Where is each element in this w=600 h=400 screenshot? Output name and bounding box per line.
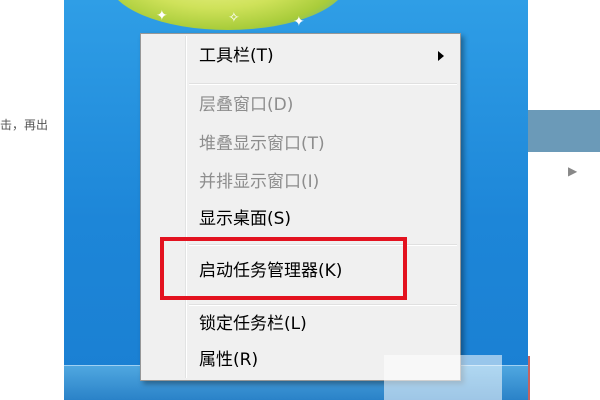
article-page-right: ▶: [528, 0, 600, 400]
menu-item-stack-windows[interactable]: 堆叠显示窗口(T): [143, 128, 458, 160]
submenu-arrow-icon: [438, 51, 444, 61]
sparkle-icon: ✧: [228, 10, 240, 26]
menu-item-label: 堆叠显示窗口(T): [199, 134, 325, 154]
menu-separator: [189, 83, 457, 85]
menu-item-label: 层叠窗口(D): [199, 95, 294, 115]
menu-separator: [189, 244, 457, 246]
menu-separator: [189, 304, 457, 306]
menu-item-label: 并排显示窗口(I): [199, 172, 320, 192]
menu-item-start-task-manager[interactable]: 启动任务管理器(K): [143, 255, 458, 287]
menu-item-label: 锁定任务栏(L): [199, 314, 307, 334]
watermark-overlay: [384, 355, 502, 400]
menu-item-side-by-side-windows[interactable]: 并排显示窗口(I): [143, 166, 458, 198]
taskbar-context-menu: 工具栏(T) 层叠窗口(D) 堆叠显示窗口(T) 并排显示窗口(I) 显示桌面(…: [140, 33, 461, 381]
menu-item-label: 属性(R): [199, 350, 259, 370]
menu-item-lock-taskbar[interactable]: 锁定任务栏(L): [143, 308, 458, 340]
article-header-band: [528, 110, 600, 152]
menu-item-label: 显示桌面(S): [199, 209, 292, 229]
article-image-border: [528, 356, 542, 400]
menu-item-toolbars[interactable]: 工具栏(T): [143, 40, 458, 72]
article-page-left: 击，再出: [0, 0, 64, 400]
menu-item-show-desktop[interactable]: 显示桌面(S): [143, 203, 458, 235]
menu-item-label: 启动任务管理器(K): [199, 261, 343, 281]
chevron-right-icon: ▶: [568, 164, 578, 178]
menu-item-cascade-windows[interactable]: 层叠窗口(D): [143, 89, 458, 121]
sparkle-icon: ✦: [156, 8, 168, 24]
menu-item-label: 工具栏(T): [199, 46, 274, 66]
sparkle-icon: ✦: [293, 14, 305, 30]
wallpaper-flower: ✦ ✧ ✦: [108, 0, 348, 30]
article-text-snippet: 击，再出: [0, 118, 49, 132]
